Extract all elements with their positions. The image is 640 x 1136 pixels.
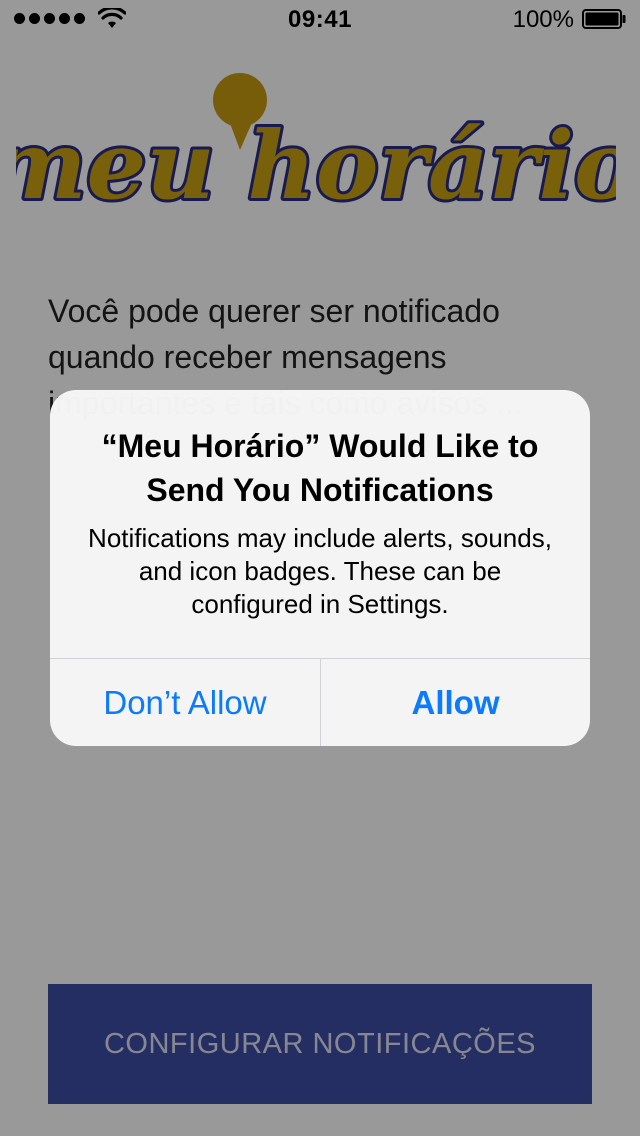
alert-title: “Meu Horário” Would Like to Send You Not…: [101, 428, 539, 508]
allow-button[interactable]: Allow: [321, 659, 590, 746]
alert-message: Notifications may include alerts, sounds…: [88, 523, 552, 619]
notification-permission-alert: “Meu Horário” Would Like to Send You Not…: [50, 390, 590, 746]
dont-allow-button[interactable]: Don’t Allow: [50, 659, 320, 746]
